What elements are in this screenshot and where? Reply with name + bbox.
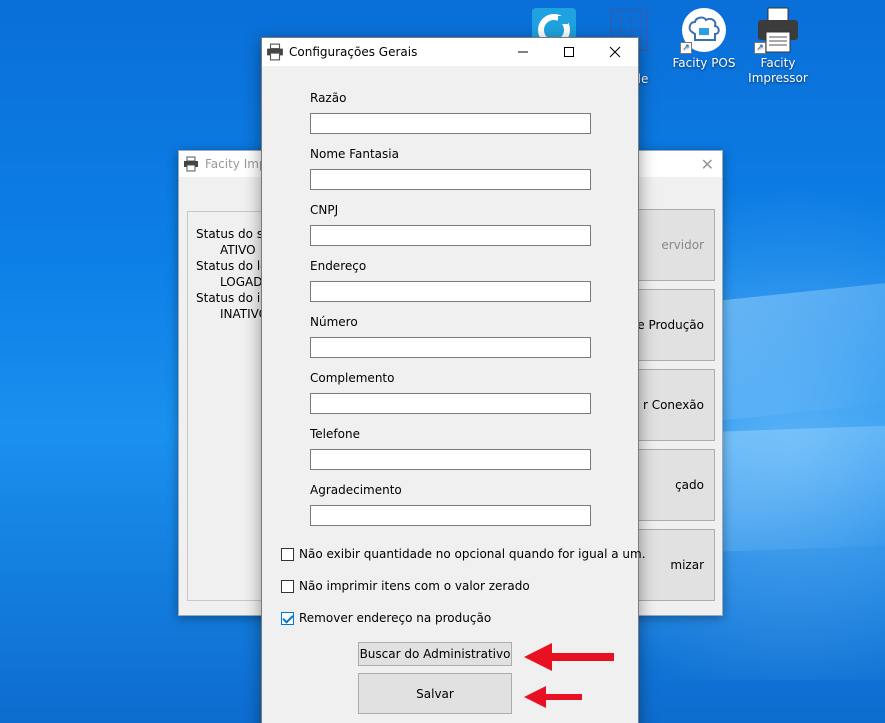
- razao-field[interactable]: [310, 113, 591, 134]
- endereco-label: Endereço: [310, 259, 367, 273]
- fetch-admin-button[interactable]: Buscar do Administrativo: [358, 642, 512, 666]
- close-icon[interactable]: [592, 38, 638, 66]
- checkbox-label: Não imprimir itens com o valor zerado: [299, 579, 530, 593]
- shortcut-arrow-icon: ↗: [680, 42, 692, 54]
- complemento-field[interactable]: [310, 393, 591, 414]
- nome-fantasia-label: Nome Fantasia: [310, 147, 399, 161]
- desktop-icon-facity-impressor[interactable]: ↗ Facity Impressor: [745, 6, 811, 86]
- maximize-icon[interactable]: [546, 38, 592, 66]
- nome-fantasia-field[interactable]: [310, 169, 591, 190]
- printer-icon: [267, 43, 283, 61]
- complemento-label: Complemento: [310, 371, 395, 385]
- desktop-icon-label: Facity: [760, 56, 796, 70]
- checkbox-box-checked[interactable]: [281, 611, 294, 625]
- telefone-label: Telefone: [310, 427, 360, 441]
- desktop-icon-label: Impressor: [748, 71, 808, 85]
- production-button[interactable]: de Produção: [633, 289, 715, 361]
- desktop-icon-facity-pos[interactable]: ↗ Facity POS: [671, 6, 737, 71]
- checkbox-box[interactable]: [281, 579, 294, 593]
- skip-zero-items-checkbox[interactable]: Não imprimir itens com o valor zerado: [281, 579, 530, 593]
- close-icon[interactable]: ✕: [701, 155, 714, 174]
- hide-quantity-checkbox[interactable]: Não exibir quantidade no opcional quando…: [281, 547, 646, 561]
- agradecimento-label: Agradecimento: [310, 483, 402, 497]
- title-bar: Configurações Gerais: [262, 38, 638, 66]
- checkbox-label: Remover endereço na produção: [299, 611, 492, 625]
- numero-label: Número: [310, 315, 358, 329]
- red-arrow-icon: [524, 686, 582, 708]
- agradecimento-field[interactable]: [310, 505, 591, 526]
- printer-icon: [184, 156, 198, 172]
- cnpj-field[interactable]: [310, 225, 591, 246]
- telefone-field[interactable]: [310, 449, 591, 470]
- advanced-button[interactable]: çado: [633, 449, 715, 521]
- dialog-title: Configurações Gerais: [289, 45, 418, 59]
- endereco-field[interactable]: [310, 281, 591, 302]
- server-button[interactable]: ervidor: [633, 209, 715, 281]
- numero-field[interactable]: [310, 337, 591, 358]
- checkbox-box[interactable]: [281, 547, 294, 561]
- connection-button[interactable]: r Conexão: [633, 369, 715, 441]
- save-button[interactable]: Salvar: [358, 673, 512, 714]
- red-arrow-icon: [524, 643, 614, 671]
- remove-address-checkbox[interactable]: Remover endereço na produção: [281, 611, 491, 625]
- chef-hat-icon: ↗: [680, 6, 728, 54]
- cnpj-label: CNPJ: [310, 203, 339, 217]
- shortcut-arrow-icon: ↗: [754, 42, 766, 54]
- checkbox-label: Não exibir quantidade no opcional quando…: [299, 547, 646, 561]
- desktop-icon-label: Facity POS: [672, 56, 736, 70]
- minimize-button[interactable]: mizar: [633, 529, 715, 601]
- general-settings-dialog[interactable]: Configurações Gerais Razão Nome Fantasia…: [261, 37, 646, 723]
- minimize-icon[interactable]: [500, 38, 546, 66]
- printer-icon: ↗: [754, 6, 802, 54]
- razao-label: Razão: [310, 91, 347, 105]
